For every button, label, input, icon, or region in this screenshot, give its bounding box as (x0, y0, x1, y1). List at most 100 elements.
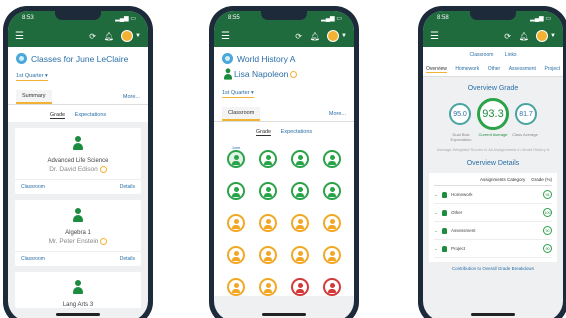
tab-assessment[interactable]: Assessment (509, 66, 536, 73)
student-status-icon[interactable] (259, 150, 277, 168)
breakdown-link[interactable]: Contribution to Overall Grade Breakdown (423, 266, 563, 271)
chevron-down-icon[interactable]: ▼ (550, 33, 556, 39)
category-name: Project (451, 246, 466, 251)
tab-summary[interactable]: Summary (16, 90, 52, 104)
student-status-icon[interactable] (291, 150, 309, 168)
details-link[interactable]: Details (120, 256, 135, 262)
more-link[interactable]: More... (123, 94, 140, 100)
category-header: Assignments Category (479, 177, 526, 182)
student-status-icon[interactable] (291, 182, 309, 200)
student-status-icon[interactable] (291, 246, 309, 264)
student-cell[interactable] (224, 241, 248, 264)
student-status-icon[interactable] (291, 214, 309, 232)
student-cell[interactable] (224, 177, 248, 200)
chevron-down-icon[interactable]: ▼ (341, 33, 347, 39)
tab-other[interactable]: Other (488, 66, 501, 73)
menu-icon[interactable]: ☰ (221, 31, 230, 42)
student-cell[interactable] (256, 241, 280, 264)
tab-classroom[interactable]: Classroom (222, 107, 261, 121)
student-status-icon[interactable] (323, 278, 341, 296)
category-name: Assessment (451, 228, 476, 233)
notch (261, 11, 307, 20)
student-cell[interactable] (320, 241, 344, 264)
student-status-icon[interactable] (227, 278, 245, 296)
classroom-link[interactable]: Classroom (21, 184, 45, 190)
chevron-down-icon[interactable]: ⌄ (434, 246, 442, 252)
subtab-expectations[interactable]: Expectations (281, 129, 313, 135)
quarter-select[interactable]: 1st Quarter ▾ (16, 73, 48, 81)
home-indicator[interactable] (471, 313, 515, 316)
tab-overview[interactable]: Overview (426, 66, 447, 73)
menu-icon[interactable]: ☰ (15, 31, 24, 42)
bell-icon[interactable]: 🔔︎ (310, 32, 320, 41)
student-cell[interactable] (256, 209, 280, 232)
classroom-link[interactable]: Classroom (21, 256, 45, 262)
home-indicator[interactable] (262, 313, 306, 316)
student-cell[interactable] (288, 177, 312, 200)
header-box: World History A Lisa Napoleon 1st Quarte… (214, 47, 354, 103)
subtab-expectations[interactable]: Expectations (75, 112, 107, 118)
student-status-icon[interactable] (259, 278, 277, 296)
chevron-down-icon[interactable]: ⌄ (434, 210, 442, 216)
category-name: Homework (451, 192, 473, 197)
links-link[interactable]: Links (505, 52, 517, 58)
student-status-icon[interactable] (291, 278, 309, 296)
bell-icon[interactable]: 🔔︎ (104, 32, 114, 41)
student-cell[interactable] (224, 209, 248, 232)
student-cell[interactable] (256, 145, 280, 168)
tab-project[interactable]: Project (544, 66, 560, 73)
student-status-icon[interactable] (259, 214, 277, 232)
quarter-select[interactable]: 1st Quarter ▾ (222, 90, 254, 98)
refresh-icon[interactable]: ⟳ (89, 32, 96, 41)
refresh-icon[interactable]: ⟳ (504, 32, 511, 41)
student-cell[interactable] (320, 177, 344, 200)
course-card[interactable]: Algebra 1 Mr. Peter Enstein Classroom De… (15, 200, 141, 267)
subtab-grade[interactable]: Grade (49, 112, 66, 119)
table-row[interactable]: ⌄ Other 100 (434, 204, 552, 222)
table-row[interactable]: ⌄ Assessment 90 (434, 222, 552, 240)
course-card[interactable]: Lang Arts 3 (15, 272, 141, 309)
more-link[interactable]: More... (329, 111, 346, 117)
table-row[interactable]: ⌄ Homework 94 (434, 186, 552, 204)
menu-icon[interactable]: ☰ (430, 31, 439, 42)
course-card[interactable]: Advanced Life Science Dr. David Edison C… (15, 128, 141, 195)
student-status-icon[interactable] (227, 246, 245, 264)
student-cell[interactable] (320, 273, 344, 296)
student-status-icon[interactable] (323, 214, 341, 232)
student-status-icon[interactable] (259, 246, 277, 264)
student-cell[interactable] (288, 145, 312, 168)
bell-icon[interactable]: 🔔︎ (519, 32, 529, 41)
student-cell[interactable] (288, 273, 312, 296)
chevron-down-icon[interactable]: ⌄ (434, 228, 442, 234)
student-cell[interactable] (320, 145, 344, 168)
student-status-icon[interactable] (323, 246, 341, 264)
student-status-icon[interactable] (227, 214, 245, 232)
student-status-icon[interactable] (323, 150, 341, 168)
student-cell[interactable] (320, 209, 344, 232)
student-cell[interactable] (288, 241, 312, 264)
student-cell[interactable] (256, 273, 280, 296)
subtab-grade[interactable]: Grade (255, 129, 272, 136)
phone-screen: 8:53 ▂▄▆ ▭ ☰ ⟳ 🔔︎ ▼ Classes for June LeC… (8, 11, 148, 318)
table-row[interactable]: ⌄ Project 90 (434, 240, 552, 258)
student-status-icon[interactable] (227, 150, 245, 168)
classroom-link[interactable]: Classroom (470, 52, 494, 58)
avatar[interactable] (121, 30, 134, 42)
tab-homework[interactable]: Homework (455, 66, 479, 73)
avatar[interactable] (536, 30, 549, 42)
student-cell[interactable] (256, 177, 280, 200)
details-link[interactable]: Details (120, 184, 135, 190)
info-icon[interactable] (290, 70, 298, 78)
student-status-icon[interactable] (259, 182, 277, 200)
student-cell[interactable] (288, 209, 312, 232)
student-cell[interactable]: June (224, 145, 248, 168)
home-indicator[interactable] (56, 313, 100, 316)
chevron-down-icon[interactable]: ▼ (135, 33, 141, 39)
refresh-icon[interactable]: ⟳ (295, 32, 302, 41)
chevron-down-icon[interactable]: ⌄ (434, 192, 442, 198)
avatar[interactable] (327, 30, 340, 42)
student-status-icon[interactable] (323, 182, 341, 200)
student-cell[interactable] (224, 273, 248, 296)
student-status-icon[interactable] (227, 182, 245, 200)
course-name: Algebra 1 (65, 230, 91, 237)
